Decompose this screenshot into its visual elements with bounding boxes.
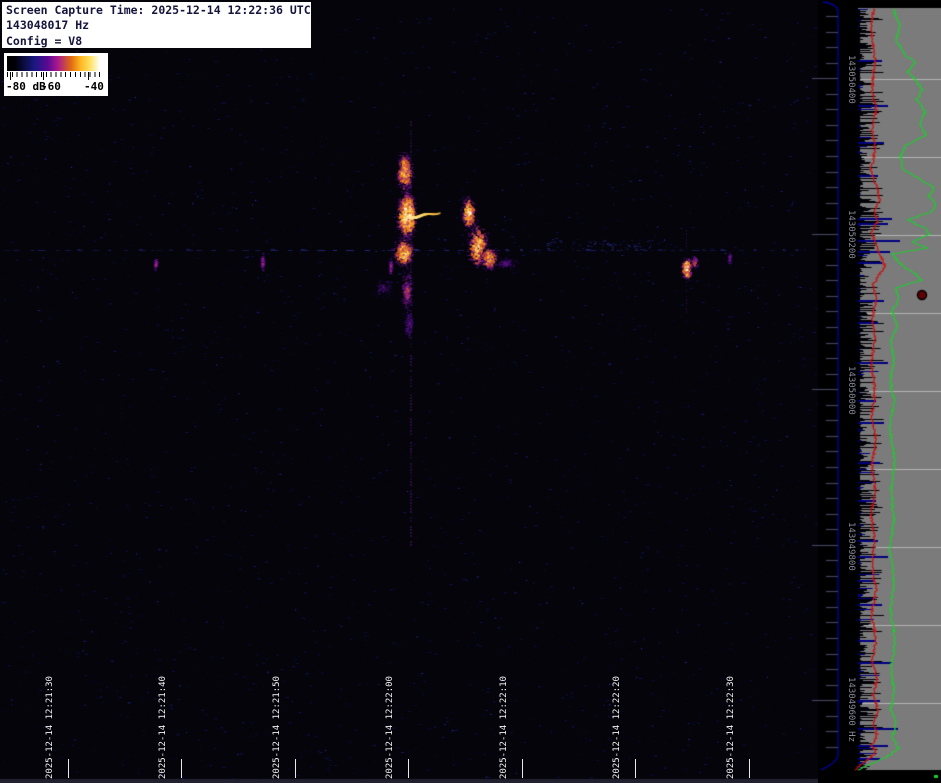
time-axis-label: 2025-12-14 12:22:20 (612, 676, 623, 779)
time-axis-label: 2025-12-14 12:22:00 (385, 676, 396, 779)
time-axis-label: 2025-12-14 12:21:30 (45, 676, 56, 779)
frequency-axis-label: 143050400 (846, 55, 856, 104)
time-tick (408, 759, 409, 778)
spectrum-panel-canvas (810, 0, 941, 783)
time-tick (635, 759, 636, 778)
config-text: Config = V8 (6, 34, 311, 49)
frequency-axis-label: 143050200 (846, 210, 856, 259)
center-frequency-text: 143048017 Hz (6, 18, 311, 33)
capture-info-box: Screen Capture Time: 2025-12-14 12:22:36… (2, 2, 311, 48)
spectrogram-screen-capture: Screen Capture Time: 2025-12-14 12:22:36… (0, 0, 941, 783)
colorbar-gradient (7, 56, 104, 71)
waterfall-spectrogram-canvas (0, 0, 818, 783)
colorbar-ruler (7, 72, 104, 77)
time-tick (181, 759, 182, 778)
frequency-axis-label: 143049600 Hz (846, 677, 856, 742)
time-axis-label: 2025-12-14 12:21:40 (158, 676, 169, 779)
frequency-axis-label: 143049800 (846, 522, 856, 571)
time-tick (522, 759, 523, 778)
time-axis-label: 2025-12-14 12:21:50 (272, 676, 283, 779)
capture-time-text: Screen Capture Time: 2025-12-14 12:22:36… (6, 3, 311, 18)
colorbar-label-min: -80 dB (6, 80, 46, 93)
colorbar-major-tick (43, 72, 44, 80)
colorbar-label-mid: -60 (41, 80, 61, 93)
colorbar-major-tick (88, 72, 89, 80)
colorbar-major-tick (10, 72, 11, 80)
time-axis-label: 2025-12-14 12:22:30 (726, 676, 737, 779)
time-tick (68, 759, 69, 778)
time-tick (295, 759, 296, 778)
time-tick (749, 759, 750, 778)
intensity-colorbar: -80 dB -60 -40 (4, 53, 108, 96)
frequency-axis-label: 143050000 (846, 366, 856, 415)
time-axis-label: 2025-12-14 12:22:10 (499, 676, 510, 779)
colorbar-label-max: -40 (84, 80, 104, 93)
